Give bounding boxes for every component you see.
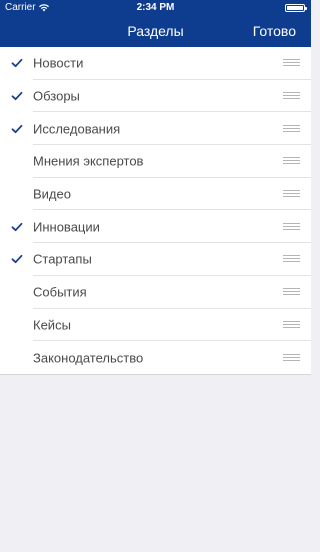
- reorder-handle-icon[interactable]: [283, 320, 300, 329]
- section-label: События: [33, 284, 87, 300]
- section-row[interactable]: Стартапы: [0, 243, 311, 276]
- done-button[interactable]: Готово: [253, 23, 296, 39]
- reorder-handle-icon[interactable]: [283, 255, 300, 263]
- section-label: Кейсы: [33, 317, 71, 333]
- section-label: Мнения экспертов: [33, 153, 144, 169]
- section-row[interactable]: Новости: [0, 47, 311, 80]
- battery-level: [287, 6, 303, 10]
- reorder-handle-icon[interactable]: [283, 288, 300, 296]
- status-time: 2:34 PM: [136, 2, 175, 13]
- section-row[interactable]: Инновации: [0, 210, 311, 243]
- checkmark-icon: [11, 91, 23, 101]
- navigation-bar: Разделы Готово: [0, 16, 311, 47]
- reorder-handle-icon[interactable]: [283, 353, 300, 362]
- reorder-handle-icon[interactable]: [283, 92, 300, 100]
- section-label: Обзоры: [33, 88, 80, 104]
- section-row[interactable]: Кейсы: [0, 309, 311, 342]
- section-row[interactable]: Законодательство: [0, 341, 311, 374]
- reorder-handle-icon[interactable]: [283, 222, 300, 231]
- section-label: Новости: [33, 55, 84, 71]
- section-label: Инновации: [33, 219, 100, 235]
- sections-list: Новости Обзоры Исследования Мнения эксперто…: [0, 47, 311, 375]
- section-row[interactable]: Видео: [0, 178, 311, 211]
- reorder-handle-icon[interactable]: [283, 124, 300, 133]
- battery-icon: [285, 4, 307, 12]
- section-row[interactable]: Исследования: [0, 112, 311, 145]
- section-label: Видео: [33, 186, 71, 202]
- section-row[interactable]: Мнения экспертов: [0, 145, 311, 178]
- status-bar: Carrier 2:34 PM: [0, 0, 311, 16]
- section-label: Исследования: [33, 121, 121, 137]
- checkmark-icon: [11, 255, 23, 264]
- section-label: Законодательство: [33, 350, 144, 366]
- reorder-handle-icon[interactable]: [283, 190, 300, 198]
- reorder-handle-icon[interactable]: [283, 157, 300, 165]
- checkmark-icon: [11, 124, 23, 133]
- checkmark-icon: [11, 222, 23, 231]
- reorder-handle-icon[interactable]: [283, 59, 300, 67]
- section-label: Стартапы: [33, 251, 92, 267]
- section-row[interactable]: События: [0, 276, 311, 309]
- section-row[interactable]: Обзоры: [0, 80, 311, 113]
- checkmark-icon: [11, 59, 23, 68]
